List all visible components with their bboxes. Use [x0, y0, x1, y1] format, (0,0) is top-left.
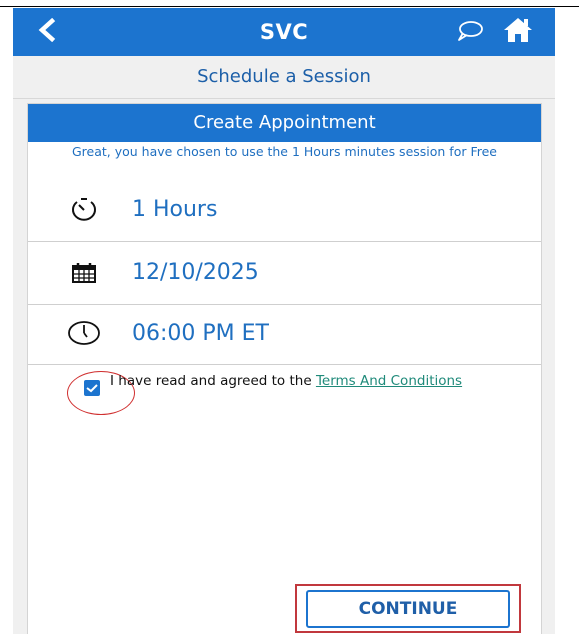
duration-value: 1 Hours — [132, 197, 218, 222]
page-title: Schedule a Session — [13, 56, 555, 99]
time-row[interactable]: 06:00 PM ET — [28, 304, 541, 365]
terms-text: I have read and agreed to the Terms And … — [110, 374, 530, 388]
card-header: Create Appointment — [28, 104, 541, 142]
stopwatch-icon — [66, 195, 102, 225]
chat-button[interactable] — [453, 18, 487, 48]
continue-button[interactable]: CONTINUE — [306, 590, 510, 628]
home-button[interactable] — [500, 16, 536, 48]
chat-bubble-icon — [456, 19, 484, 47]
app-bar: SVC — [13, 8, 555, 56]
home-icon — [502, 16, 534, 48]
calendar-icon — [66, 258, 102, 288]
time-value: 06:00 PM ET — [132, 321, 269, 346]
clock-icon — [66, 318, 102, 348]
appointment-card: Create Appointment Great, you have chose… — [27, 103, 542, 634]
app-screen: SVC Schedule a Session Create Appointmen… — [13, 8, 555, 634]
terms-agreement: I have read and agreed to the Terms And … — [28, 366, 541, 426]
session-note: Great, you have chosen to use the 1 Hour… — [71, 144, 497, 159]
terms-label: I have read and agreed to the — [110, 373, 316, 389]
top-border-line — [0, 6, 579, 7]
duration-row[interactable]: 1 Hours — [28, 179, 541, 242]
terms-link[interactable]: Terms And Conditions — [316, 373, 462, 389]
date-value: 12/10/2025 — [132, 260, 259, 285]
date-row[interactable]: 12/10/2025 — [28, 242, 541, 305]
